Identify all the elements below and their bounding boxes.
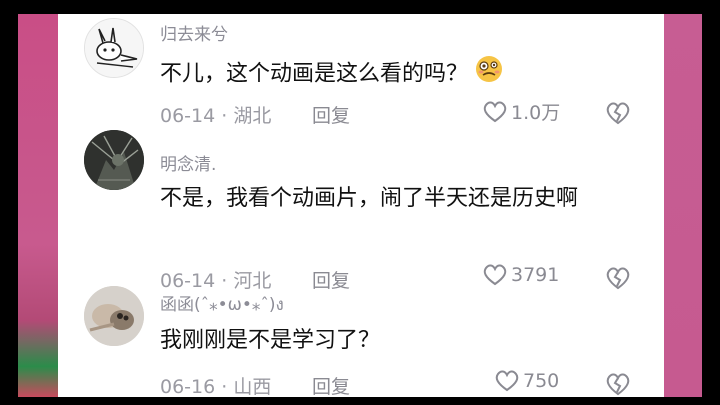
like-button[interactable]: 1.0万 [482, 98, 560, 125]
comment-location: 湖北 [233, 105, 272, 127]
avatar[interactable] [84, 286, 144, 346]
avatar[interactable] [84, 18, 144, 78]
comment-text: 不儿，这个动画是这么看的吗？ [160, 54, 630, 95]
username[interactable]: 函函(ˆ⁎•ω•⁎ˆ)ง [160, 290, 284, 318]
username[interactable]: 明念清. [160, 150, 216, 175]
dark-tree-photo-avatar-icon [84, 130, 144, 190]
heart-icon [483, 264, 507, 286]
broken-heart-icon [606, 373, 630, 396]
woozy-face-emoji-icon [474, 54, 504, 95]
comment-meta: 06-14 · 湖北 [160, 101, 271, 128]
reply-button[interactable]: 回复 [312, 372, 350, 397]
like-count: 750 [523, 370, 560, 392]
dislike-button[interactable] [604, 265, 632, 291]
comment-meta: 06-16 · 山西 [160, 372, 271, 397]
comment-date: 06-16 [160, 376, 216, 397]
background-left [18, 14, 58, 397]
like-count: 1.0万 [511, 102, 561, 124]
comment-location: 山西 [233, 376, 272, 397]
broken-heart-icon [606, 102, 630, 125]
heart-icon [483, 101, 507, 122]
comment-location: 河北 [233, 270, 272, 292]
comment-panel: 归去来兮 不儿，这个动画是这么看的吗？ 06-14 · 湖北 回复 1.0万 明… [58, 14, 664, 397]
background-right [664, 14, 702, 397]
like-count: 3791 [511, 264, 560, 286]
comment-date: 06-14 [160, 105, 216, 127]
comment-date: 06-14 [160, 270, 216, 292]
dislike-button[interactable] [604, 100, 632, 126]
comment-text: 不是，我看个动画片，闹了半天还是历史啊 [160, 186, 579, 211]
username[interactable]: 归去来兮 [160, 20, 228, 45]
avatar[interactable] [84, 130, 144, 190]
meta-separator: · [215, 105, 234, 127]
hand-holding-photo-avatar-icon [84, 286, 144, 346]
meta-separator: · [215, 376, 234, 397]
like-button[interactable]: 3791 [482, 263, 559, 287]
dislike-button[interactable] [604, 371, 632, 397]
meta-separator: · [215, 270, 234, 292]
reply-button[interactable]: 回复 [312, 101, 350, 128]
heart-icon [495, 370, 519, 392]
comment-text: 我刚刚是不是学习了？ [160, 328, 381, 353]
comment-text-content: 不儿，这个动画是这么看的吗？ [160, 61, 469, 87]
cartoon-rabbit-avatar-icon [85, 19, 143, 77]
video-frame: 归去来兮 不儿，这个动画是这么看的吗？ 06-14 · 湖北 回复 1.0万 明… [0, 0, 720, 405]
like-button[interactable]: 750 [494, 369, 559, 393]
broken-heart-icon [606, 267, 630, 290]
comment-meta: 06-14 · 河北 [160, 266, 271, 293]
reply-button[interactable]: 回复 [312, 266, 350, 293]
